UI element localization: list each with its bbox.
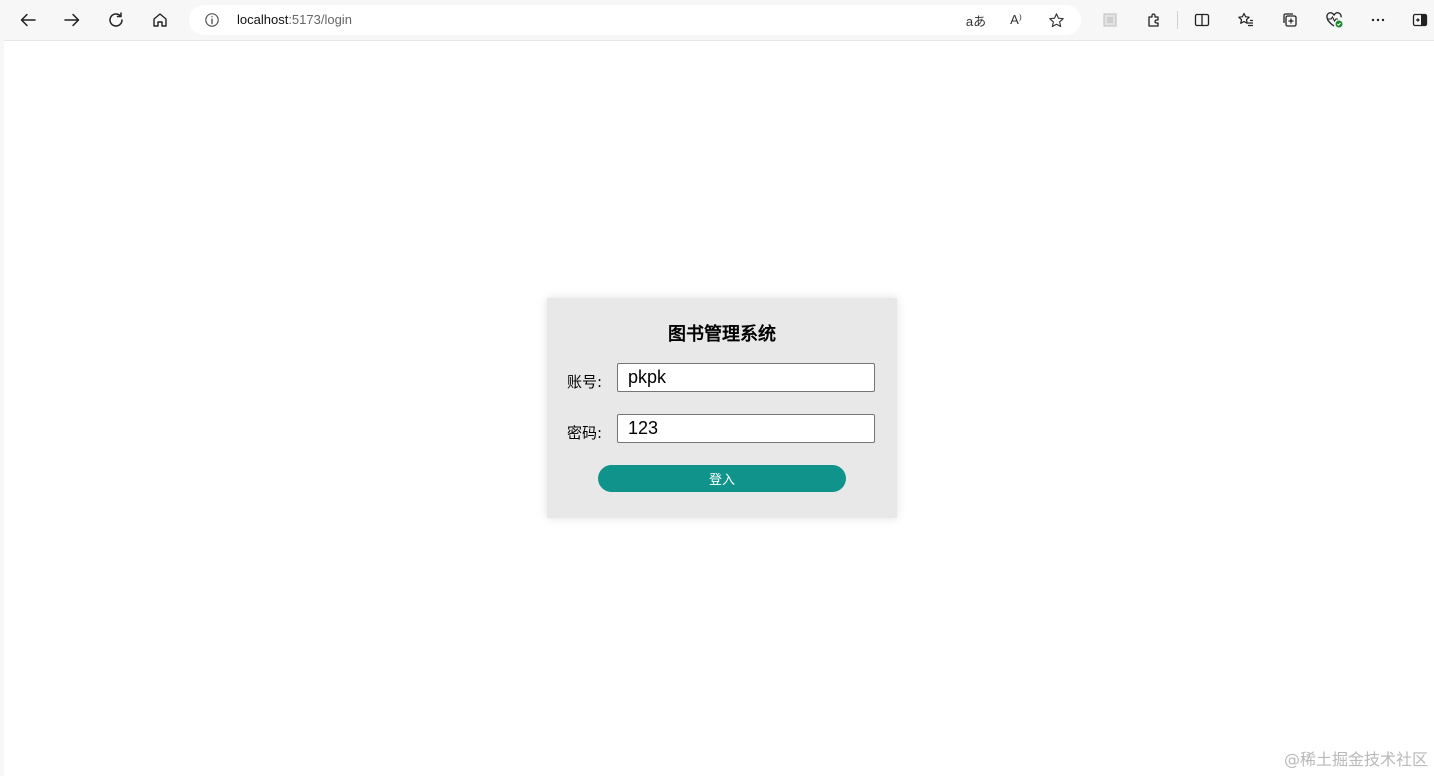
- account-input[interactable]: [617, 363, 875, 392]
- home-button[interactable]: [146, 6, 174, 34]
- login-title: 图书管理系统: [668, 324, 776, 345]
- url-host: localhost: [237, 12, 289, 27]
- back-button[interactable]: [14, 6, 42, 34]
- password-label: 密码:: [567, 424, 603, 442]
- puzzle-icon[interactable]: [1140, 6, 1168, 34]
- more-icon[interactable]: [1364, 6, 1392, 34]
- info-icon[interactable]: [203, 11, 221, 29]
- star-icon[interactable]: [1045, 10, 1067, 30]
- split-screen-icon[interactable]: [1188, 6, 1216, 34]
- login-card: 图书管理系统 账号: 密码: 登入: [547, 298, 897, 518]
- read-aloud-icon[interactable]: A⁾: [1005, 10, 1027, 30]
- extension-app-icon[interactable]: [1096, 6, 1124, 34]
- page-viewport: 图书管理系统 账号: 密码: 登入 @稀土掘金技术社区: [4, 40, 1434, 776]
- url-path: :5173/login: [288, 12, 352, 27]
- translate-icon[interactable]: aあ: [965, 10, 987, 30]
- url-text[interactable]: localhost:5173/login: [237, 12, 352, 27]
- login-button[interactable]: 登入: [598, 465, 846, 492]
- watermark: @稀土掘金技术社区: [1283, 750, 1428, 769]
- favorites-list-icon[interactable]: [1232, 6, 1260, 34]
- forward-arrow-icon: [64, 13, 80, 27]
- toolbar-divider: [1177, 11, 1178, 29]
- browser-toolbar: localhost:5173/login aあ A⁾: [0, 0, 1434, 40]
- collections-icon[interactable]: [1276, 6, 1304, 34]
- home-icon: [153, 13, 167, 27]
- back-arrow-icon: [20, 13, 36, 27]
- refresh-icon: [109, 12, 123, 27]
- heart-pulse-icon[interactable]: [1320, 6, 1348, 34]
- account-label: 账号:: [567, 373, 603, 391]
- password-input[interactable]: [617, 414, 875, 443]
- forward-button[interactable]: [58, 6, 86, 34]
- address-bar[interactable]: localhost:5173/login aあ A⁾: [189, 5, 1081, 35]
- refresh-button[interactable]: [102, 6, 130, 34]
- sidebar-icon[interactable]: [1406, 6, 1434, 34]
